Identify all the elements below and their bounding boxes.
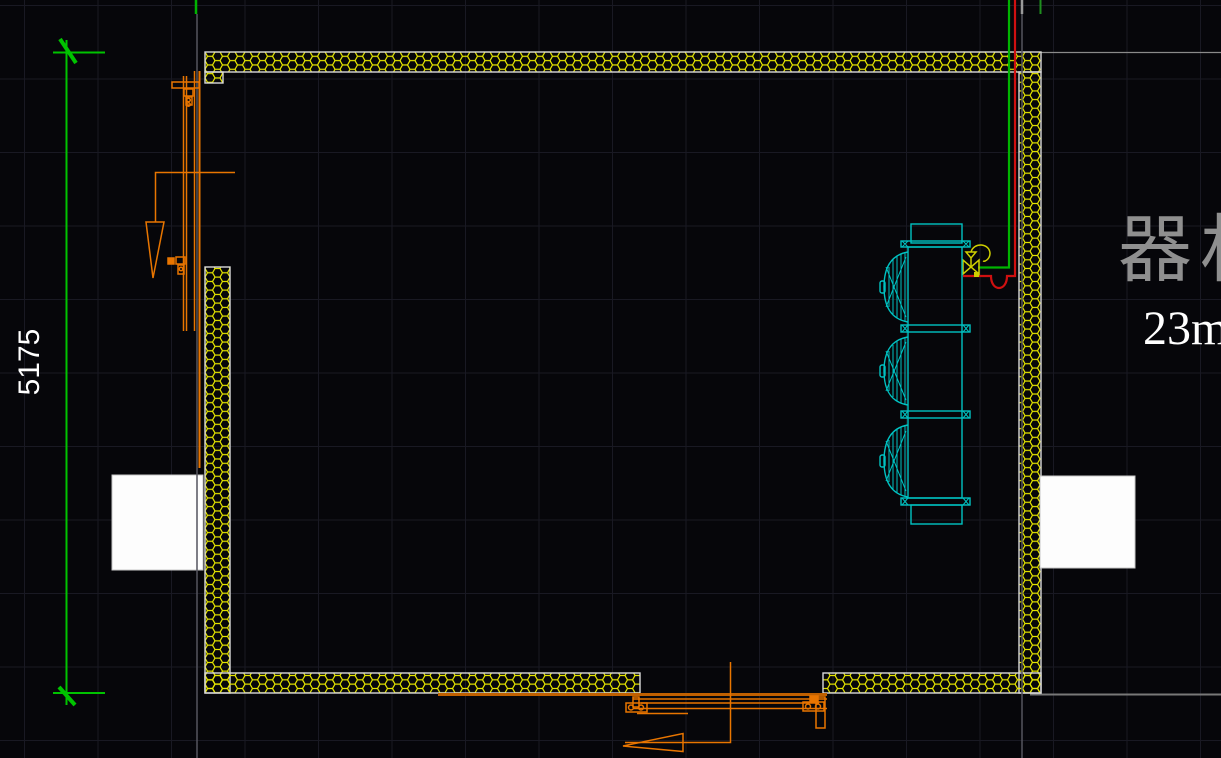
door-frame-lines [184, 71, 195, 331]
pipe-green-supply [978, 0, 1009, 268]
flange-end-marks [902, 241, 969, 505]
wipeout-right [1040, 476, 1135, 568]
wall-top-left-step [205, 72, 223, 83]
unit-body [908, 247, 962, 498]
cad-viewport[interactable]: 5175 器材 23m [0, 0, 1221, 758]
tick-top [60, 39, 76, 63]
fan-grille-2 [880, 337, 908, 405]
door-pivot-bottom [168, 257, 185, 274]
unit-flanges [901, 241, 970, 505]
door-roller-right [803, 696, 825, 728]
fan-grille-1 [880, 252, 908, 322]
wall-bottom-left [205, 673, 640, 693]
fan-coil-unit[interactable] [880, 224, 970, 524]
walls[interactable] [205, 52, 1041, 693]
axis-centerlines [197, 14, 1022, 758]
valve-hose [971, 245, 990, 261]
dimension-text[interactable]: 5175 [13, 319, 47, 405]
door-left-leader [146, 173, 235, 279]
wall-left [205, 267, 230, 693]
valve-drain [974, 272, 979, 277]
wall-bottom-right [823, 673, 1041, 693]
pipe-red-return [963, 0, 1015, 288]
unit-top-cap [911, 224, 962, 243]
room-area-label[interactable]: 23m [1143, 303, 1221, 355]
piping[interactable] [963, 0, 1015, 288]
wipeout-left [112, 475, 203, 570]
room-name-label[interactable]: 器材 [1118, 210, 1221, 290]
arrow-down-icon [146, 222, 164, 278]
door-pivot-top [184, 89, 193, 106]
unit-bottom-cap [911, 505, 962, 524]
floor-plan-drawing [0, 0, 1221, 758]
fan-grille-3 [880, 425, 908, 497]
valve-symbol [963, 245, 990, 277]
dimension-vertical[interactable] [53, 39, 105, 705]
wipeout-masks [112, 475, 1135, 570]
wall-top [205, 52, 1041, 72]
construction-lines [196, 0, 1221, 695]
